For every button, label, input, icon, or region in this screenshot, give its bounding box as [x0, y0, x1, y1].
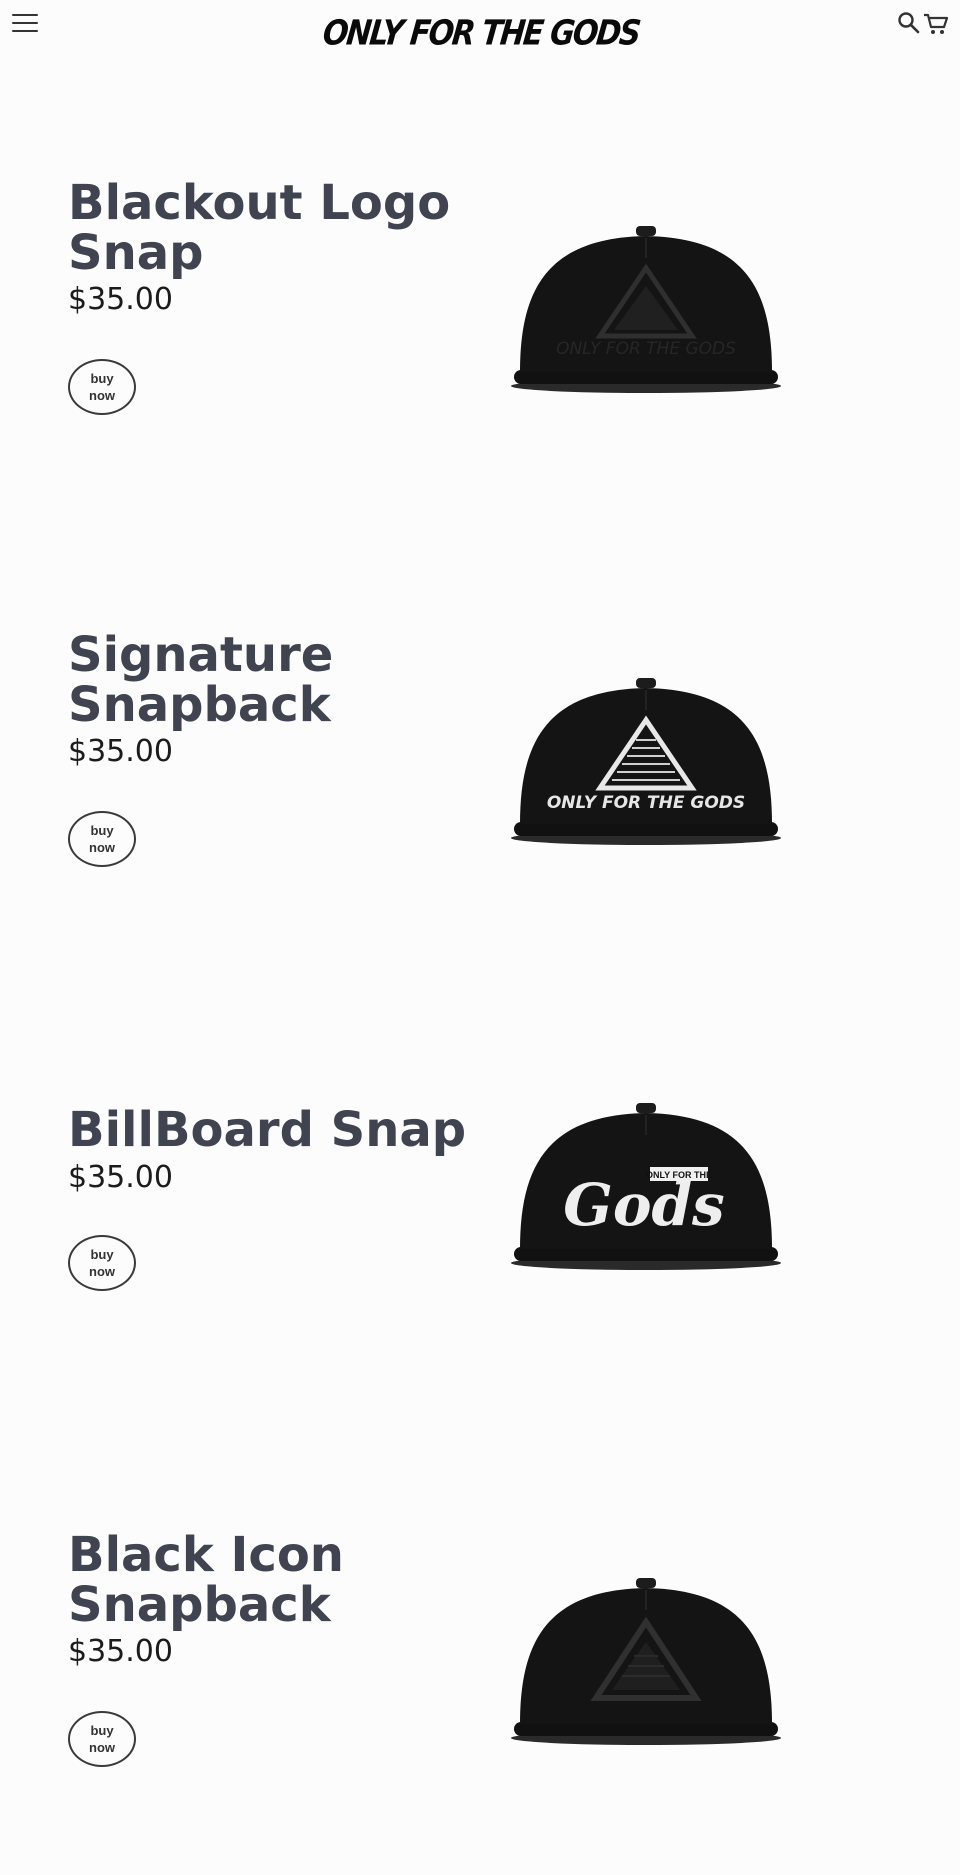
top-navigation-bar: ONLY FOR THE GODS — [0, 0, 960, 60]
buy-now-button[interactable]: buy now — [68, 811, 136, 867]
product-price: $35.00 — [68, 734, 173, 769]
product-title[interactable]: Signature Snapback — [68, 630, 498, 730]
product-title[interactable]: Blackout Logo Snap — [68, 178, 498, 278]
product-price: $35.00 — [68, 1634, 173, 1669]
product-image[interactable]: ONLY FOR THE GODS — [508, 660, 784, 846]
cap-wordmark: ONLY FOR THE GODS — [547, 793, 745, 813]
buy-now-button[interactable]: buy now — [68, 359, 136, 415]
svg-text:ONLY FOR THE GODS: ONLY FOR THE GODS — [556, 339, 736, 359]
search-icon[interactable] — [897, 10, 921, 36]
brand-logo[interactable]: ONLY FOR THE GODS — [321, 7, 641, 60]
cap-script-logo: Gods — [563, 1171, 724, 1239]
product-price: $35.00 — [68, 282, 173, 317]
product-card: Blackout Logo Snap $35.00 buy now ONLY F… — [0, 178, 960, 498]
buy-now-button[interactable]: buy now — [68, 1235, 136, 1291]
buy-now-button[interactable]: buy now — [68, 1711, 136, 1767]
hamburger-menu-icon[interactable] — [12, 14, 38, 34]
product-title[interactable]: BillBoard Snap — [68, 1105, 498, 1155]
product-card: BillBoard Snap $35.00 buy now ONLY FOR T… — [0, 1103, 960, 1425]
product-title[interactable]: Black Icon Snapback — [68, 1530, 498, 1630]
product-image[interactable] — [508, 1560, 784, 1746]
product-image[interactable]: ONLY FOR THE GODS — [508, 208, 784, 394]
product-card: Signature Snapback $35.00 buy now ONLY F… — [0, 630, 960, 950]
cart-icon[interactable] — [923, 12, 949, 36]
product-price: $35.00 — [68, 1160, 173, 1195]
product-image[interactable]: ONLY FOR THE Gods — [508, 1085, 784, 1271]
product-card: Black Icon Snapback $35.00 buy now — [0, 1530, 960, 1850]
